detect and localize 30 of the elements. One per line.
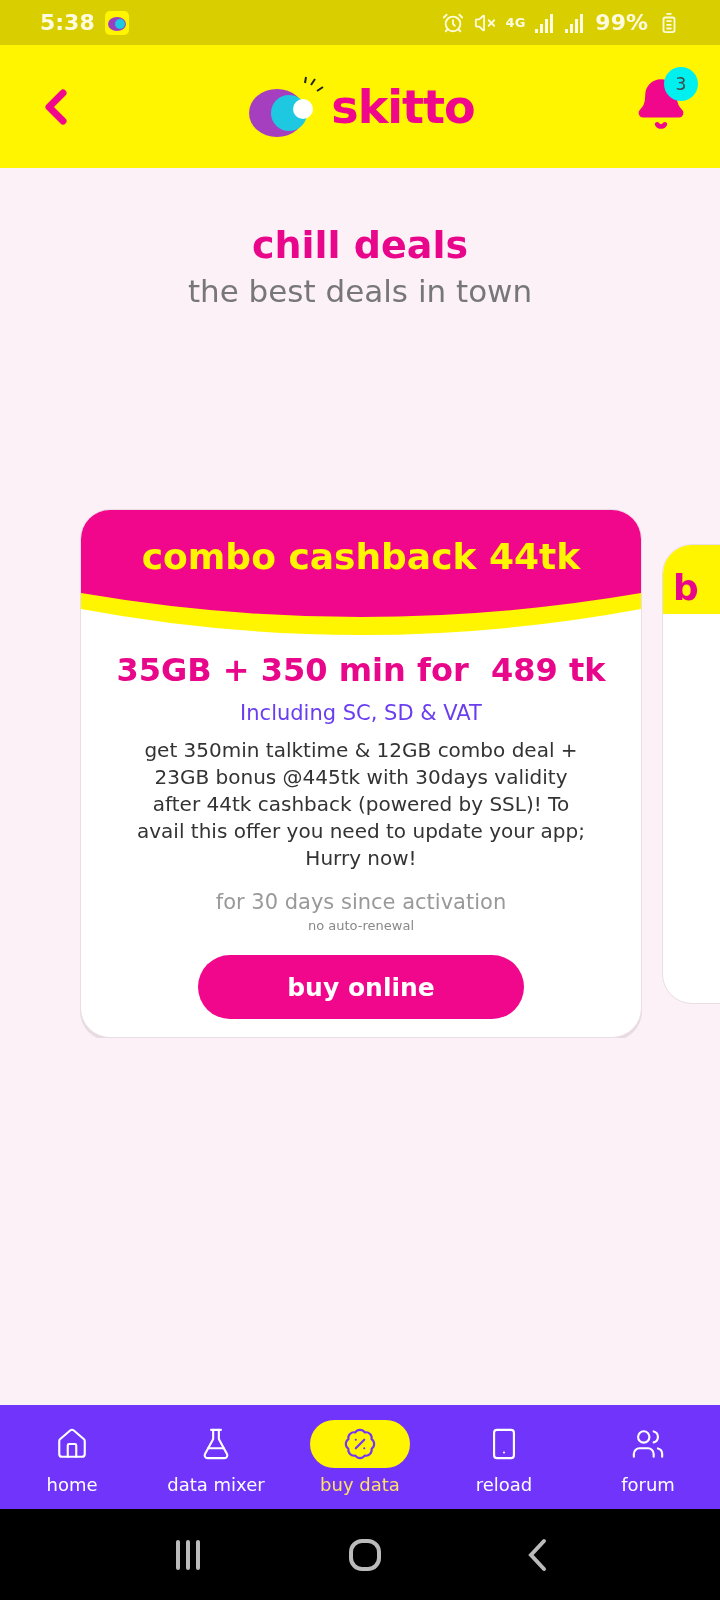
signal-icon xyxy=(565,12,586,33)
deal-headline: 35GB + 350 min for 489 tk xyxy=(116,651,606,689)
nav-label[interactable]: data mixer xyxy=(167,1473,265,1495)
deal-description: get 350min talktime & 12GB combo deal + 23GB bonus @445tk with 30days validity after 44tk cashback (powered by SSL)! To avail this offer you need to update your app; Hurry now! xyxy=(136,737,586,872)
page-title: chill deals xyxy=(251,223,469,267)
signal-icon xyxy=(535,12,556,33)
back-icon[interactable] xyxy=(527,1537,548,1572)
next-deal-card[interactable]: b xyxy=(662,543,720,1004)
nav-label[interactable]: forum xyxy=(621,1473,675,1495)
deal-title: b xyxy=(673,566,699,608)
network-type: 4G xyxy=(505,15,526,30)
alarm-icon xyxy=(441,11,464,34)
nav-tab[interactable] xyxy=(310,1419,410,1468)
battery-level: 99% xyxy=(595,10,648,35)
nav-label[interactable]: home xyxy=(46,1473,98,1495)
nav-label[interactable]: reload xyxy=(475,1473,533,1495)
home-button-icon[interactable] xyxy=(348,1537,382,1572)
home-icon xyxy=(55,1426,89,1461)
page-subtitle: the best deals in town xyxy=(187,273,533,309)
nav-label[interactable]: buy data xyxy=(320,1473,400,1495)
buy-online-button[interactable]: buy online xyxy=(198,955,524,1019)
validity-text: for 30 days since activation xyxy=(215,890,507,914)
renewal-text: no auto-renewal xyxy=(308,918,414,933)
clock: 5:38 xyxy=(40,10,95,35)
percent-badge-icon xyxy=(343,1426,377,1461)
brand-logo-text: skitto xyxy=(331,79,475,134)
price-note: Including SC, SD & VAT xyxy=(240,701,482,725)
app-icon xyxy=(104,10,129,35)
notification-badge: 3 xyxy=(664,66,698,101)
deal-title: combo cashback 44tk xyxy=(141,536,581,577)
